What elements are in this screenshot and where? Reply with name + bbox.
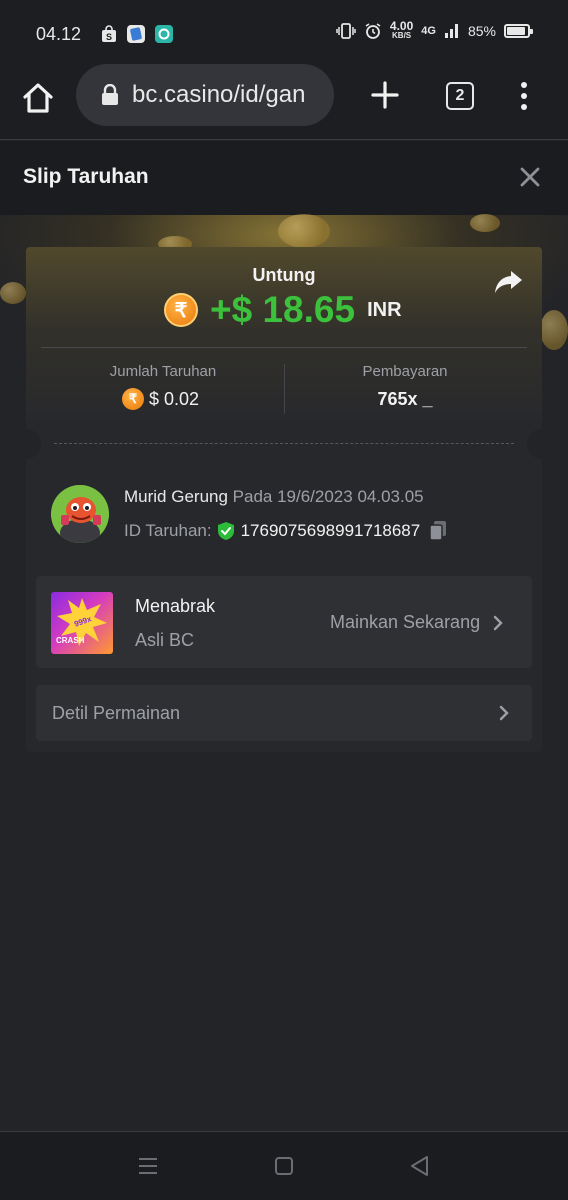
battery-percent: 85% (467, 23, 496, 39)
bet-id-value: 1769075698991718687 (240, 521, 421, 540)
play-now-link[interactable]: Mainkan Sekarang (330, 612, 504, 633)
modal-header: Slip Taruhan (0, 141, 568, 215)
home-nav-icon[interactable] (274, 1156, 294, 1176)
profit-row: ₹ +$ 18.65 INR (164, 289, 402, 331)
bet-date: Pada 19/6/2023 04.03.05 (227, 487, 424, 506)
browser-toolbar: bc.casino/id/gan 2 (0, 64, 568, 140)
decorative-coin (540, 310, 568, 350)
game-name: Menabrak (135, 596, 216, 616)
chevron-right-icon (493, 615, 503, 630)
modal-title: Slip Taruhan (23, 165, 149, 188)
assistant-app-icon (155, 25, 173, 43)
decorative-coin (470, 214, 500, 232)
bet-amount-label: Jumlah Taruhan (109, 363, 217, 380)
recent-apps-icon[interactable] (137, 1156, 159, 1176)
alarm-icon (365, 23, 381, 39)
player-info: Murid Gerung Pada 19/6/2023 04.03.05 (124, 487, 424, 507)
bet-amount-value: $ 0.02 (149, 388, 200, 409)
verified-shield-icon (217, 522, 234, 540)
game-thumbnail-label: CRASH (56, 636, 85, 645)
share-icon[interactable] (494, 269, 524, 295)
status-indicators: 4.00 KB/S 4G 85% (336, 19, 533, 40)
copy-icon[interactable] (428, 520, 448, 542)
profit-currency: INR (367, 298, 402, 321)
new-tab-icon[interactable] (370, 80, 400, 110)
ticket-notch (26, 429, 41, 459)
profit-label: Untung (252, 265, 316, 285)
bet-id-row: ID Taruhan: 1769075698991718687 (124, 520, 448, 542)
tab-switcher-button[interactable]: 2 (446, 82, 474, 110)
dashed-divider (54, 443, 514, 444)
speed-value: 4.00 (389, 19, 414, 33)
shopping-bag-icon: S (100, 25, 118, 43)
avatar[interactable] (51, 485, 109, 543)
battery-icon (504, 24, 533, 38)
url-text: bc.casino/id/gan (132, 81, 306, 108)
game-row[interactable]: 999x CRASH Menabrak Asli BC Mainkan Seka… (36, 576, 532, 668)
network-speed: 4.00 KB/S (389, 19, 414, 40)
svg-text:S: S (106, 32, 112, 42)
vibrate-icon (336, 23, 356, 39)
payout-label: Pembayaran (362, 363, 448, 380)
status-bar: 04.12 S 4.00 KB/S 4G 85% (0, 0, 568, 66)
signal-icon (444, 24, 458, 38)
notes-app-icon (127, 25, 145, 43)
game-thumbnail: 999x CRASH (51, 592, 113, 654)
more-options-icon[interactable] (514, 80, 534, 112)
play-now-label: Mainkan Sekarang (330, 612, 481, 632)
player-name[interactable]: Murid Gerung (124, 487, 228, 506)
system-nav-bar (0, 1131, 568, 1200)
home-icon[interactable] (20, 80, 56, 116)
ticket-notch (527, 429, 542, 459)
rupee-coin-icon: ₹ (122, 388, 144, 410)
divider (41, 347, 527, 348)
chevron-right-icon (499, 705, 509, 721)
decorative-coin (278, 214, 330, 248)
back-icon[interactable] (408, 1154, 430, 1178)
bet-amount-row: ₹ $ 0.02 (122, 388, 199, 410)
network-type: 4G (421, 25, 436, 37)
game-details-row[interactable]: Detil Permainan (36, 685, 532, 741)
address-bar[interactable]: bc.casino/id/gan (76, 64, 334, 126)
game-details-label: Detil Permainan (52, 703, 181, 723)
payout-value: 765x _ (377, 389, 433, 409)
profit-amount: +$ 18.65 (210, 289, 356, 330)
close-icon[interactable] (518, 165, 542, 189)
rupee-coin-icon: ₹ (164, 293, 198, 327)
game-provider: Asli BC (135, 630, 195, 650)
decorative-coin (0, 282, 26, 304)
status-time: 04.12 (36, 24, 82, 44)
bet-slip-card: Untung ₹ +$ 18.65 INR Jumlah Taruhan ₹ $… (26, 247, 542, 752)
bet-id-label: ID Taruhan: (124, 521, 212, 540)
lock-icon (102, 84, 118, 105)
divider (284, 364, 285, 414)
speed-unit: KB/S (392, 31, 412, 40)
